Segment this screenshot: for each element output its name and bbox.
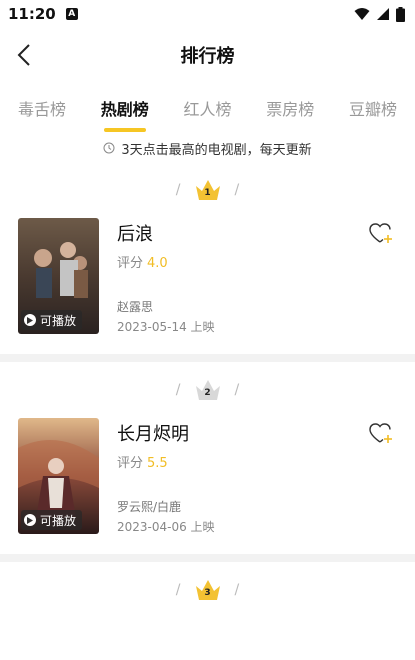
notification-icon: A [65,8,78,20]
chevron-left-icon [17,44,30,66]
poster-image[interactable]: 可播放 [18,418,99,534]
play-icon [24,514,36,526]
rank-number: 1 [204,188,211,198]
release-date: 2023-04-06 上映 [117,520,215,534]
tab-label: 票房榜 [266,100,315,119]
section-divider [0,354,415,362]
item-info: 长月烬明 评分 5.5 罗云熙/白鹿 2023-04-06 上映 [117,418,397,536]
score-value: 4.0 [147,256,168,271]
poster-image[interactable]: 可播放 [18,218,99,334]
tab-label: 毒舌榜 [18,100,67,119]
update-notice: 3天点击最高的电视剧，每天更新 [0,134,415,162]
score-row: 评分 4.0 [117,252,397,271]
tab-label: 豆瓣榜 [348,100,397,119]
rank-marker: / 1 / [0,162,415,218]
drama-title[interactable]: 后浪 [117,220,397,246]
score-label: 评分 [117,256,144,271]
slash-divider: / [175,182,181,198]
favorite-button[interactable] [369,422,395,446]
slash-divider: / [234,582,240,598]
playable-badge: 可播放 [21,510,83,530]
slash-divider: / [234,182,240,198]
playable-label: 可播放 [40,313,77,328]
battery-icon [396,6,405,22]
play-icon [24,314,36,326]
score-row: 评分 5.5 [117,452,397,471]
rank-number: 3 [204,588,211,598]
heart-plus-icon [369,223,392,243]
tab-box-office[interactable]: 票房榜 [266,82,314,120]
tab-celebrity[interactable]: 红人榜 [183,82,231,120]
tab-label: 红人榜 [183,100,232,119]
release-date: 2023-05-14 上映 [117,320,215,334]
cast-text: 赵露思 [117,300,154,314]
rank-number: 2 [204,388,211,398]
signal-icon [377,8,389,20]
notice-text: 3天点击最高的电视剧，每天更新 [121,142,312,158]
back-button[interactable] [12,42,36,68]
rank-marker: / 2 / [0,362,415,418]
tab-douban[interactable]: 豆瓣榜 [349,82,397,120]
score-label: 评分 [117,456,144,471]
tab-bar: 毒舌榜 热剧榜 红人榜 票房榜 豆瓣榜 [0,82,415,132]
clock-icon [103,142,115,154]
title-bar: 排行榜 [0,28,415,82]
status-bar: 11:20 A [0,0,415,28]
crown-icon: 2 [193,377,223,403]
crown-icon: 1 [193,177,223,203]
list-item[interactable]: 可播放 长月烬明 评分 5.5 罗云熙/白鹿 2023-04-06 上映 [0,418,415,536]
tab-poison-tongue[interactable]: 毒舌榜 [18,82,66,120]
rank-marker: / 3 / [0,562,415,618]
clock: 11:20 [8,5,56,23]
slash-divider: / [175,582,181,598]
playable-badge: 可播放 [21,310,83,330]
heart-plus-icon [369,423,392,443]
slash-divider: / [234,382,240,398]
item-info: 后浪 评分 4.0 赵露思 2023-05-14 上映 [117,218,397,336]
tab-label: 热剧榜 [100,100,149,119]
cast-text: 罗云熙/白鹿 [117,500,182,514]
list-item[interactable]: 可播放 后浪 评分 4.0 赵露思 2023-05-14 上映 [0,218,415,336]
score-value: 5.5 [147,456,168,471]
slash-divider: / [175,382,181,398]
wifi-icon [354,8,370,20]
active-tab-indicator [103,128,146,132]
playable-label: 可播放 [40,513,77,528]
page-title: 排行榜 [180,46,235,67]
favorite-button[interactable] [369,222,395,246]
drama-title[interactable]: 长月烬明 [117,420,397,446]
tab-hot-drama[interactable]: 热剧榜 [100,82,149,132]
section-divider [0,554,415,562]
crown-icon: 3 [193,577,223,603]
